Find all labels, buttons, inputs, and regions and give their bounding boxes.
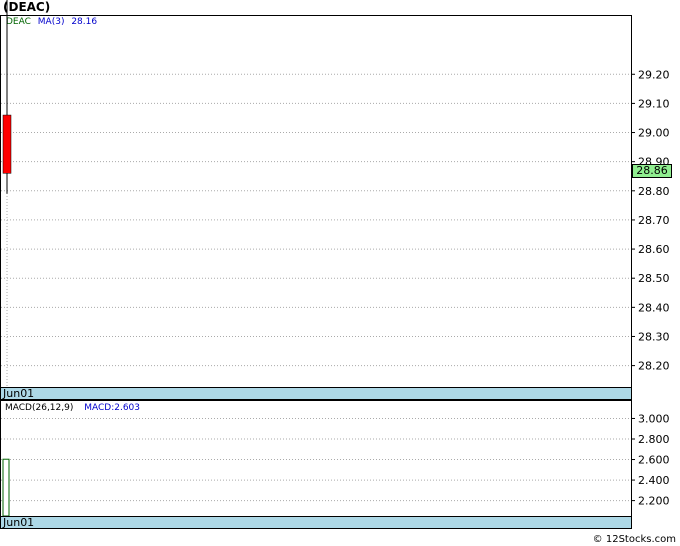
macd-tick-label: 2.200 [638,495,670,508]
macd-date-label: Jun01 [3,516,35,529]
macd-bar [2,458,10,517]
copyright-footer: © 12Stocks.com [592,534,676,545]
macd-tick-label: 2.400 [638,474,670,487]
macd-tick-label: 2.800 [638,433,670,446]
macd-tick-label: 3.000 [638,412,670,425]
macd-date-axis: Jun01 [0,516,632,529]
macd-tick-label: 2.600 [638,454,670,467]
macd-chart-svg: 2.200 2.400 2.600 2.800 3.000 [1,412,670,517]
